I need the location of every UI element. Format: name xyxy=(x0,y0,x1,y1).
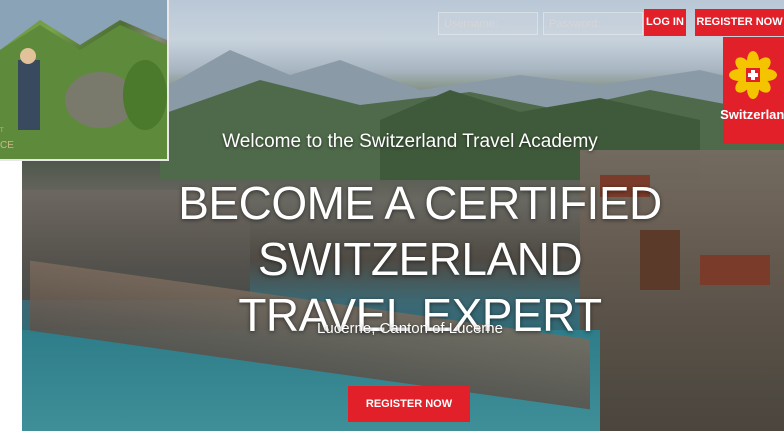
top-bar: LOG IN REGISTER NOW xyxy=(168,5,784,36)
switzerland-logo[interactable]: Switzerland. xyxy=(720,37,784,144)
edelweiss-icon xyxy=(729,51,777,99)
password-field[interactable] xyxy=(543,12,643,35)
page-headline: BECOME A CERTIFIED SWITZERLAND TRAVEL EX… xyxy=(30,175,784,343)
username-field[interactable] xyxy=(438,12,538,35)
welcome-text: Welcome to the Switzerland Travel Academ… xyxy=(222,131,598,152)
headline-line-1: BECOME A CERTIFIED SWITZERLAND xyxy=(178,177,662,285)
login-button[interactable]: LOG IN xyxy=(644,9,686,36)
logo-text: Switzerland. xyxy=(720,107,784,122)
register-now-top-button[interactable]: REGISTER NOW xyxy=(695,9,784,36)
register-now-cta-button[interactable]: REGISTER NOW xyxy=(348,386,470,422)
location-text: Lucerne, Canton of Lucerne xyxy=(317,320,503,337)
